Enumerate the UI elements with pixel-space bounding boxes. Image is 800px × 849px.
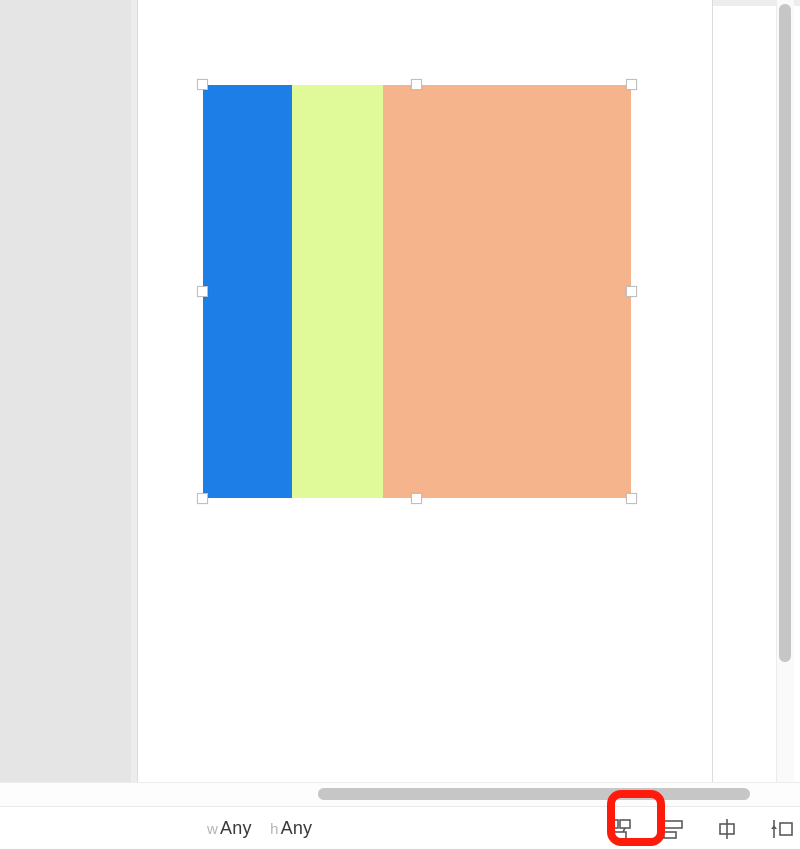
- stack-col-blue[interactable]: [203, 85, 292, 498]
- resize-handle-middle-right[interactable]: [626, 286, 637, 297]
- horizontal-scrollbar-thumb[interactable]: [318, 788, 750, 800]
- constraints-icon: [606, 817, 632, 841]
- resize-handle-middle-left[interactable]: [197, 286, 208, 297]
- stack-view[interactable]: [203, 85, 631, 498]
- align-icon: [661, 817, 685, 841]
- resize-handle-bottom-right[interactable]: [626, 493, 637, 504]
- size-class-w-value: Any: [220, 818, 252, 838]
- size-class-h-prefix: h: [270, 821, 279, 838]
- resize-handle-bottom-middle[interactable]: [411, 493, 422, 504]
- pin-icon: [715, 817, 739, 841]
- canvas[interactable]: [137, 0, 713, 782]
- navigator-panel: [0, 0, 131, 782]
- vertical-scrollbar-thumb[interactable]: [779, 4, 791, 662]
- size-class-h-value: Any: [281, 818, 313, 838]
- canvas-right-margin: [713, 6, 775, 782]
- resolve-button[interactable]: [767, 815, 795, 843]
- stack-col-orange[interactable]: [383, 85, 631, 498]
- constraints-button[interactable]: [605, 815, 633, 843]
- resize-handle-bottom-left[interactable]: [197, 493, 208, 504]
- align-button[interactable]: [659, 815, 687, 843]
- size-class-w-prefix: w: [207, 821, 218, 838]
- size-class-control[interactable]: wAny hAny: [207, 818, 312, 839]
- resolve-icon: [768, 817, 794, 841]
- resize-handle-top-left[interactable]: [197, 79, 208, 90]
- resize-handle-top-middle[interactable]: [411, 79, 422, 90]
- resize-handle-top-right[interactable]: [626, 79, 637, 90]
- pin-button[interactable]: [713, 815, 741, 843]
- stack-col-green[interactable]: [292, 85, 383, 498]
- layout-mode-buttons: [605, 815, 795, 843]
